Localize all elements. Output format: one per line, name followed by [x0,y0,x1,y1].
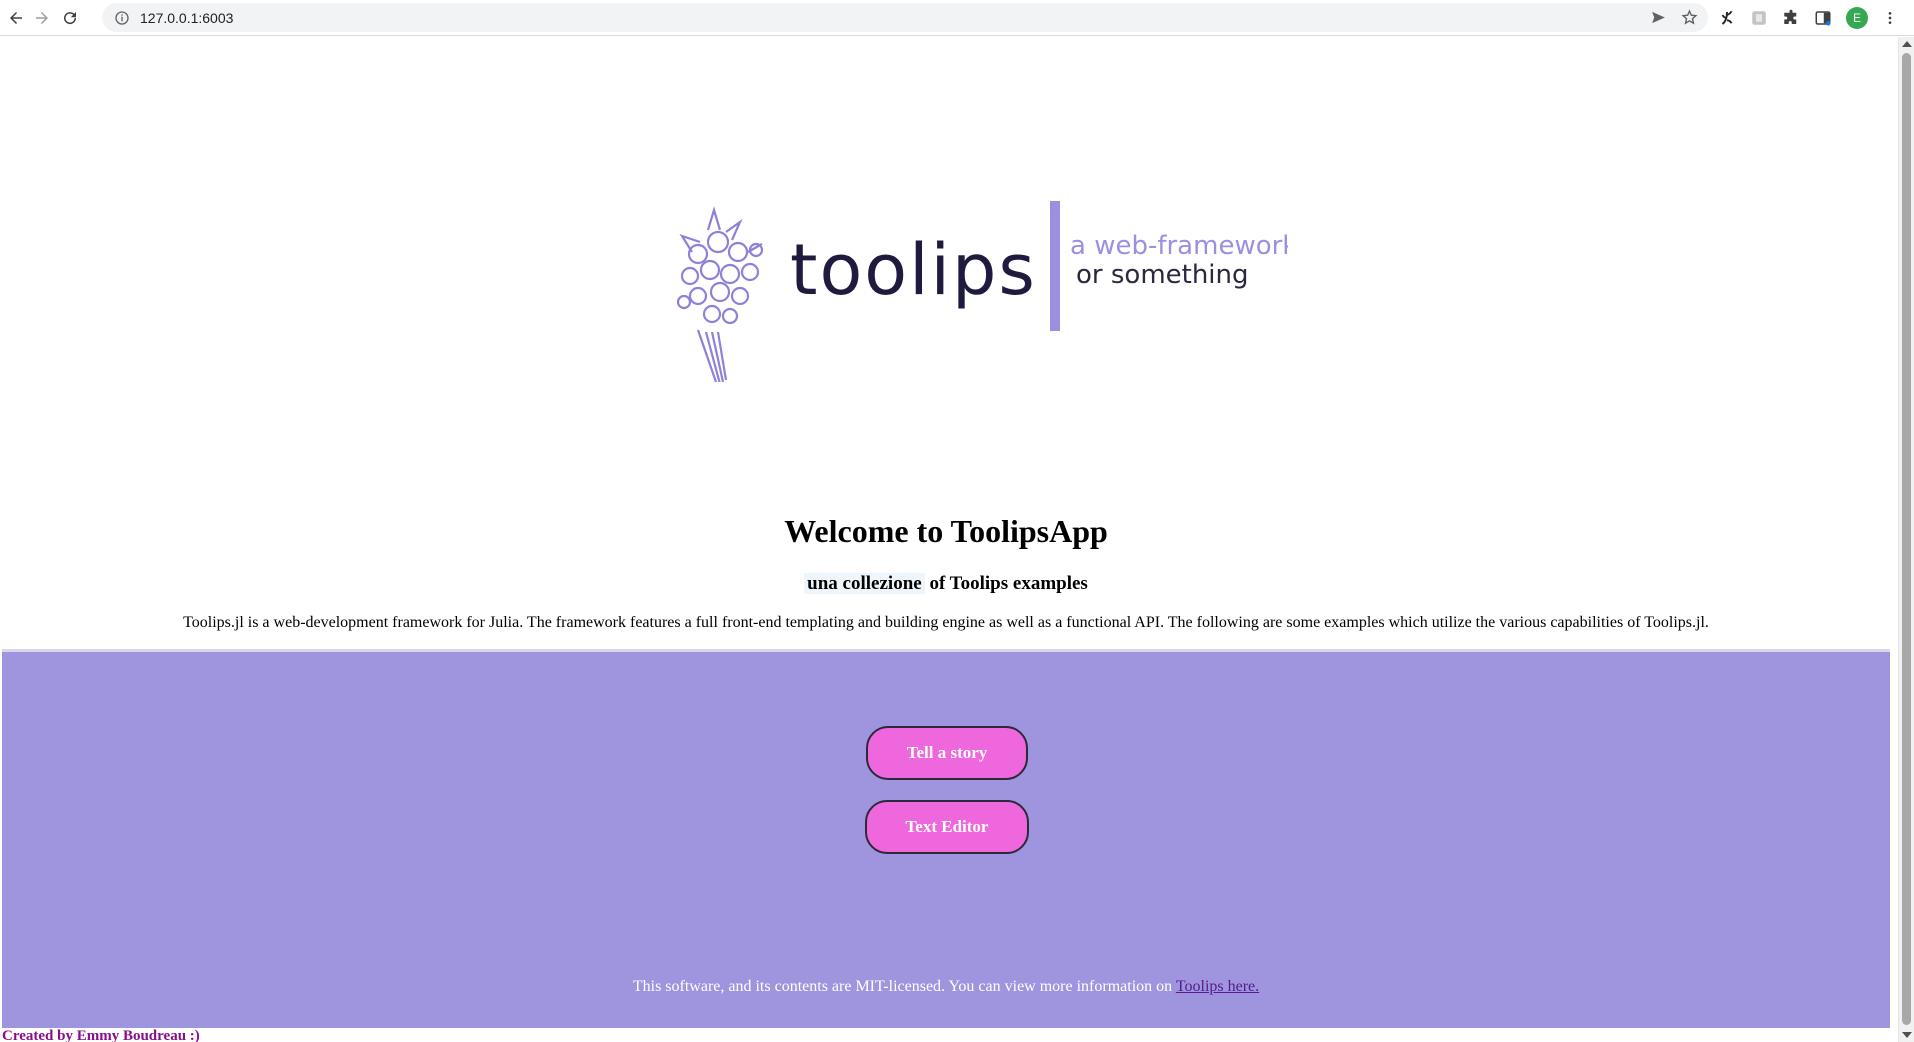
send-icon[interactable] [1650,9,1667,26]
credits-text: Created by Emmy Boudreau :) [2,1028,200,1042]
intro-paragraph: Toolips.jl is a web-development framewor… [183,614,1709,631]
page-subtitle: una collezione of Toolips examples [0,573,1892,595]
license-text: This software, and its contents are MIT-… [632,978,1176,995]
logo-wordmark: toolips [790,229,1037,311]
tell-a-story-button[interactable]: Tell a story [866,726,1028,780]
extension-grey-icon[interactable] [1750,9,1768,27]
toolips-logo: toolips a web-framework or something [676,201,1288,382]
page-title: Welcome to ToolipsApp [784,513,1108,549]
logo-divider [1050,201,1060,331]
extensions-puzzle-icon[interactable] [1782,9,1800,27]
side-panel-icon[interactable] [1814,9,1832,27]
info-icon[interactable] [114,10,130,26]
page-viewport: toolips a web-framework or something Wel… [0,37,1898,1042]
logo-tagline-1: a web-framework [1070,231,1288,261]
browser-toolbar: 127.0.0.1:6003 E [0,0,1914,36]
vertical-scrollbar[interactable] [1898,37,1914,1042]
examples-section: Tell a story Text Editor This software, … [2,649,1890,1028]
arrow-left-icon [10,11,22,24]
subtitle-highlight: una collezione [804,573,925,594]
reload-button[interactable] [54,2,86,34]
scroll-up-icon[interactable] [1902,41,1912,47]
scroll-thumb[interactable] [1902,53,1911,1025]
profile-avatar[interactable]: E [1846,6,1868,29]
scroll-down-icon[interactable] [1902,1032,1912,1038]
address-bar[interactable]: 127.0.0.1:6003 [102,3,1708,32]
flower-bouquet-icon [676,206,764,382]
license-notice: This software, and its contents are MIT-… [2,978,1890,996]
subtitle-rest: of Toolips examples [924,573,1088,594]
more-menu-icon[interactable] [1882,9,1898,27]
text-editor-button[interactable]: Text Editor [865,800,1029,854]
toolips-link[interactable]: Toolips here. [1176,978,1259,995]
extension-tree-icon[interactable] [1718,9,1736,27]
star-icon[interactable] [1681,9,1698,26]
logo-tagline-2: or something [1076,260,1249,290]
url-text: 127.0.0.1:6003 [140,9,234,26]
arrow-right-icon [36,11,48,24]
reload-icon [64,11,77,24]
